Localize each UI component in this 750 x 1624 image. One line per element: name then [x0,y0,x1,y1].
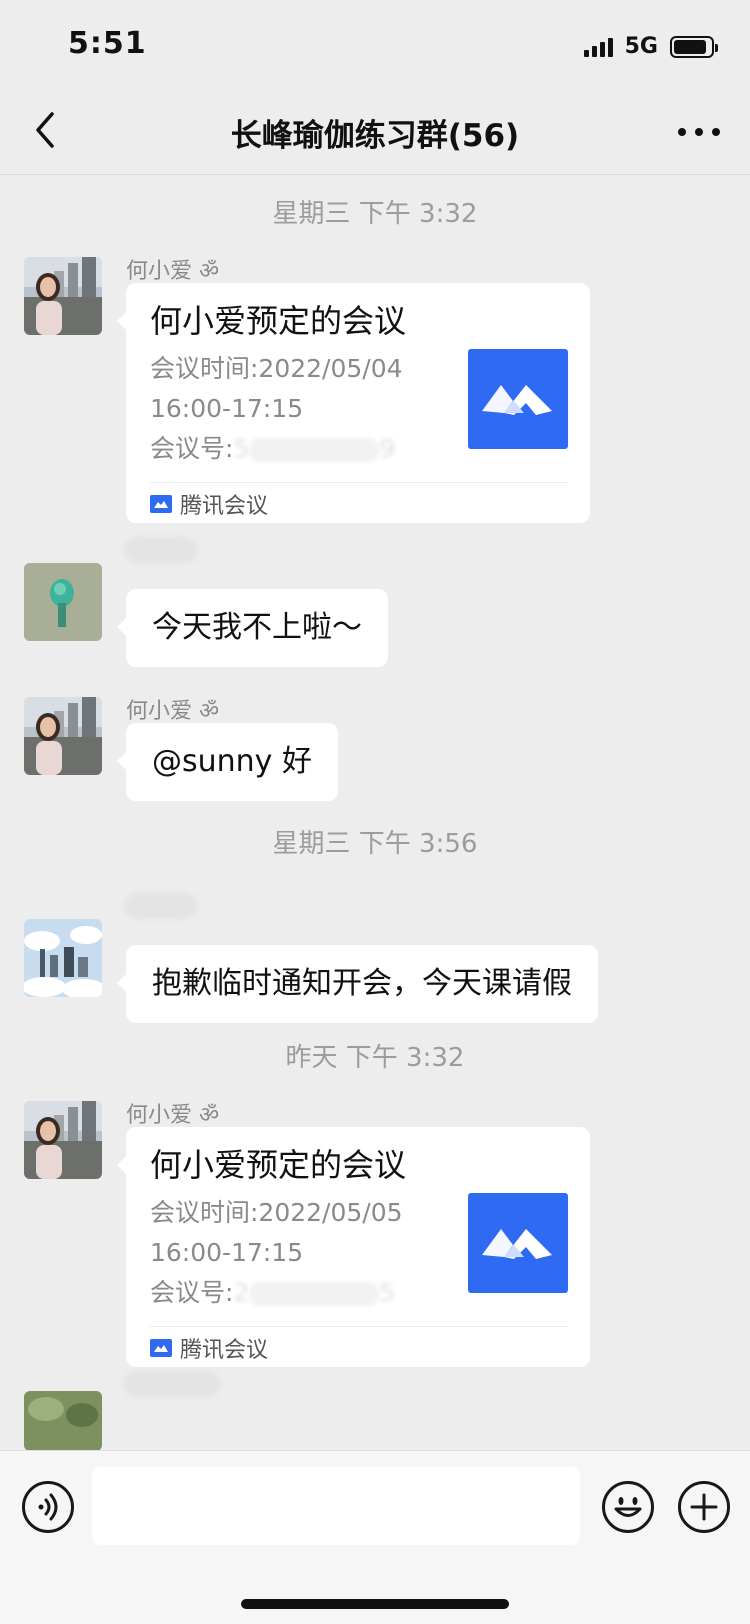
avatar[interactable] [24,257,102,335]
meeting-id-label: 会议号: [150,1278,234,1307]
voice-icon[interactable] [22,1481,74,1533]
avatar[interactable] [24,1101,102,1179]
meeting-date: 会议时间:2022/05/04 [150,354,403,383]
sender-name: 何小爱 ॐ [126,259,220,284]
plus-icon[interactable] [678,1481,730,1533]
chat-header: 长峰瑜伽练习群(56) [0,88,750,175]
time-separator: 昨天 下午 3:32 [285,1043,465,1073]
network-label: 5G [624,34,658,59]
message-bubble[interactable]: 今天我不上啦～ [117,589,388,667]
status-indicators: 5G [583,34,718,59]
meeting-id: 会议号:5 9 [150,429,430,469]
sender-name: 何小爱 ॐ [126,699,220,724]
sender-name-redacted [124,893,198,919]
message-bubble[interactable]: 抱歉临时通知开会，今天课请假 [117,945,598,1023]
meeting-source: 腾讯会议 [150,1326,568,1367]
meeting-id-end: 5 [379,1278,396,1307]
avatar[interactable] [24,919,102,997]
tencent-meeting-icon [468,1193,568,1293]
tencent-meeting-small-icon [150,495,172,513]
meeting-id-start: 2 [233,1278,250,1307]
message-bubble[interactable]: @sunny 好 [117,723,338,801]
sender-name-redacted [124,1371,220,1397]
tencent-meeting-icon [468,349,568,449]
meeting-id: 会议号:2 5 [150,1273,430,1313]
meeting-source-label: 腾讯会议 [180,494,269,519]
chat-title: 长峰瑜伽练习群(56) [230,118,520,154]
meeting-title: 何小爱预定的会议 [150,1146,407,1184]
message-input[interactable] [92,1467,580,1545]
meeting-id-start: 5 [233,434,250,463]
avatar[interactable] [24,563,102,641]
home-indicator [241,1599,509,1609]
sender-name: 何小爱 ॐ [126,1103,220,1128]
meeting-id-end: 9 [379,434,396,463]
meeting-card[interactable]: 何小爱预定的会议 会议时间:2022/05/05 16:00-17:15 会议号… [117,1127,590,1367]
emoji-icon[interactable] [602,1481,654,1533]
meeting-time: 16:00-17:15 [150,1238,304,1267]
sender-name-redacted [124,537,198,563]
meeting-id-redaction [249,438,380,462]
more-dots-icon[interactable] [678,128,720,136]
time-separator: 星期三 下午 3:56 [272,829,478,859]
meeting-source-label: 腾讯会议 [180,1338,269,1363]
meeting-id-redaction [249,1282,380,1306]
meeting-time: 16:00-17:15 [150,394,304,423]
status-time: 5:51 [68,26,147,61]
battery-icon [670,35,718,58]
meeting-details: 会议时间:2022/05/05 16:00-17:15 会议号:2 5 [150,1193,430,1313]
meeting-title: 何小爱预定的会议 [150,302,407,340]
meeting-details: 会议时间:2022/05/04 16:00-17:15 会议号:5 9 [150,349,430,469]
message-list[interactable]: 星期三 下午 3:32 何小爱 ॐ 何小爱预定的会议 会议时间:2022/05/… [0,175,750,1450]
signal-icon [583,37,613,57]
tencent-meeting-small-icon [150,1339,172,1357]
time-separator: 星期三 下午 3:32 [272,199,478,229]
meeting-id-label: 会议号: [150,434,234,463]
avatar[interactable] [24,1391,102,1450]
meeting-card[interactable]: 何小爱预定的会议 会议时间:2022/05/04 16:00-17:15 会议号… [117,283,590,523]
status-bar: 5:51 5G [0,0,750,88]
input-bar [0,1450,750,1624]
meeting-date: 会议时间:2022/05/05 [150,1198,403,1227]
meeting-source: 腾讯会议 [150,482,568,523]
avatar[interactable] [24,697,102,775]
